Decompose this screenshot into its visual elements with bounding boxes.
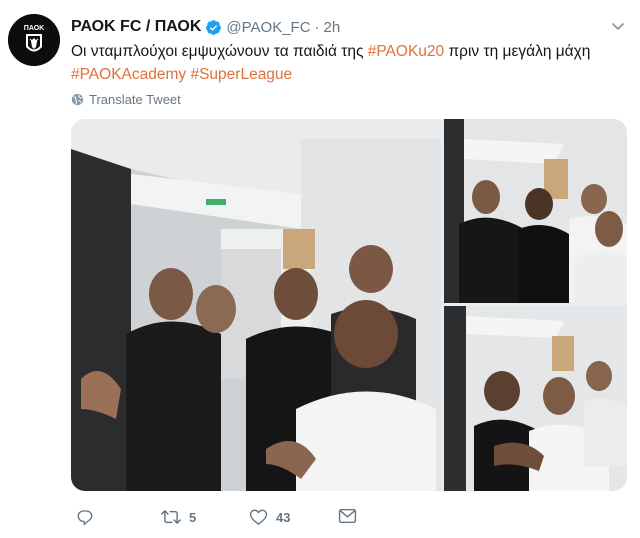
photo-main[interactable] — [71, 119, 441, 491]
retweet-count: 5 — [189, 509, 197, 525]
user-handle[interactable]: @PAOK_FC — [226, 19, 310, 36]
svg-text:ΠΑΟΚ: ΠΑΟΚ — [24, 25, 44, 32]
translate-label: Translate Tweet — [89, 92, 181, 107]
like-button[interactable]: 43 — [249, 508, 290, 526]
retweet-button[interactable]: 5 — [161, 508, 196, 526]
tweet-text-part: Οι νταμπλούχοι εμψυχώνουν τα παιδιά της — [71, 43, 368, 60]
tweet-menu-button[interactable] — [610, 18, 626, 34]
media-grid — [71, 119, 627, 491]
tweet-timestamp[interactable]: 2h — [324, 19, 341, 36]
like-count: 43 — [276, 509, 291, 525]
locker-room-corridor-photo — [71, 119, 441, 491]
tweet-header: ΡΑΟΚ FC / ΠΑΟΚ @PAOK_FC · 2h — [71, 17, 340, 37]
tweet-text-part: πριν τη μεγάλη μάχη — [444, 43, 591, 60]
envelope-icon — [338, 508, 357, 524]
separator-dot: · — [314, 18, 320, 36]
hashtag-link[interactable]: #SuperLeague — [190, 66, 292, 83]
direct-message-button[interactable] — [338, 508, 357, 524]
players-greeting-photo — [444, 119, 627, 303]
chevron-down-icon — [612, 23, 624, 30]
hashtag-link[interactable]: #PAOKu20 — [368, 43, 444, 60]
tweet-text: Οι νταμπλούχοι εμψυχώνουν τα παιδιά της … — [71, 40, 626, 86]
translate-tweet-link[interactable]: Translate Tweet — [71, 92, 181, 107]
verified-badge-icon — [205, 19, 222, 36]
reply-button[interactable] — [76, 508, 102, 526]
paok-eagle-crest-icon: ΠΑΟΚ — [8, 14, 60, 66]
hashtag-link[interactable]: #PAOKAcademy — [71, 66, 186, 83]
photo-top[interactable] — [444, 119, 627, 303]
reply-icon — [77, 510, 93, 526]
avatar[interactable]: ΠΑΟΚ — [8, 14, 60, 66]
retweet-icon — [161, 510, 181, 524]
photo-bottom[interactable] — [444, 306, 627, 491]
display-name[interactable]: ΡΑΟΚ FC / ΠΑΟΚ — [71, 18, 201, 36]
globe-icon — [71, 93, 84, 106]
players-hugging-photo — [444, 306, 627, 491]
heart-icon — [249, 509, 268, 525]
